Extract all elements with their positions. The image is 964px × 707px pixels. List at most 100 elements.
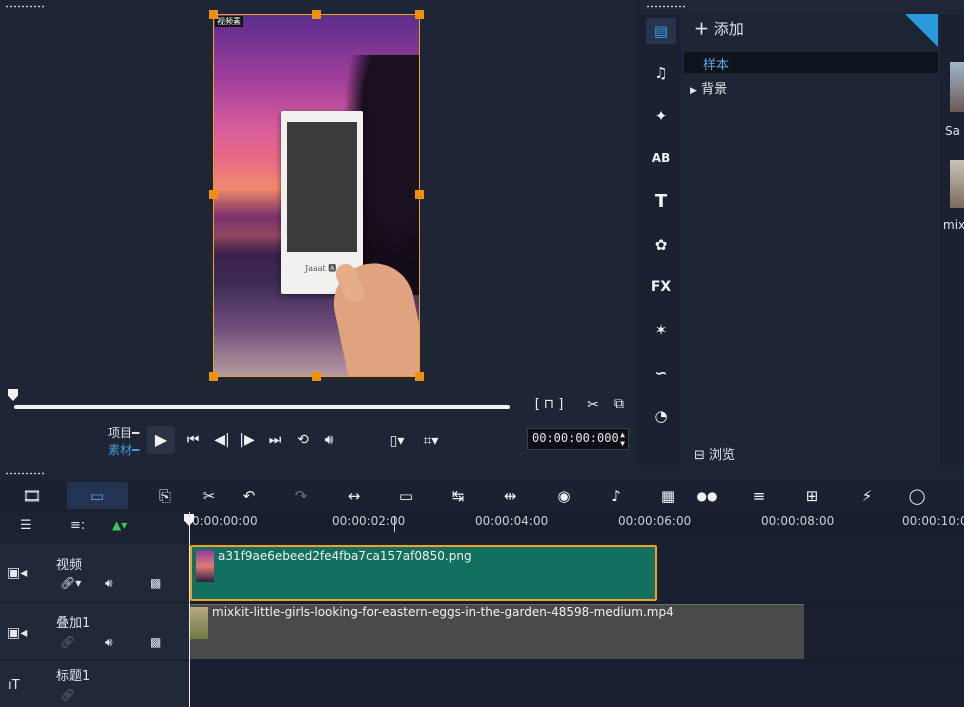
next-frame-button[interactable]: |▶ xyxy=(237,430,257,450)
speed-ramp-icon[interactable]: ⚡ xyxy=(854,484,880,508)
resize-dropdown[interactable]: ⌗▾ xyxy=(418,431,444,451)
audio-mix-icon[interactable]: ♪ xyxy=(603,484,629,508)
library-grip[interactable] xyxy=(646,5,686,8)
tools-icon[interactable]: ✂ xyxy=(196,484,222,508)
track-volume-icon[interactable]: 🔊︎ xyxy=(105,576,113,591)
track-header-video xyxy=(0,544,189,603)
audio-icon[interactable]: ♫ xyxy=(646,60,676,86)
clip-filename: mixkit-little-girls-looking-for-eastern-… xyxy=(212,605,674,619)
playhead-line[interactable] xyxy=(189,512,190,707)
library-thumb-label-2: mix xyxy=(943,218,964,232)
transition-icon[interactable]: ✦ xyxy=(646,103,676,129)
go-start-button[interactable]: ⏮ xyxy=(183,430,203,450)
undo-icon[interactable]: ↶ xyxy=(236,484,262,508)
video-clip[interactable]: a31f9ae6ebeed2fe4fba7ca157af0850.png xyxy=(190,545,657,601)
resize-handle-bl[interactable] xyxy=(209,372,218,381)
track-volume-icon-overlay[interactable]: 🔊︎ xyxy=(105,635,113,650)
segment-clip[interactable]: 素材━ xyxy=(108,441,139,458)
play-icon: ▶ xyxy=(154,430,168,449)
motion-icon[interactable]: ⇹ xyxy=(497,484,523,508)
track-header-overlay xyxy=(0,603,189,661)
path-icon[interactable]: ∽ xyxy=(646,360,676,386)
preview-canvas[interactable]: Jaaat 🅰 视频素 xyxy=(213,14,420,377)
time-ruler[interactable] xyxy=(188,512,964,534)
fx-icon[interactable]: FX xyxy=(646,274,676,300)
ripple-edit-icon[interactable]: ▲▾ xyxy=(112,518,127,532)
expand-arrow-icon: ▶ xyxy=(690,86,697,96)
scrub-bar[interactable] xyxy=(14,405,510,409)
clip-filename: a31f9ae6ebeed2fe4fba7ca157af0850.png xyxy=(218,549,472,563)
timecode-stepper[interactable]: ▲ ▼ xyxy=(620,430,625,448)
redo-icon[interactable]: ↷ xyxy=(288,484,314,508)
browse-button[interactable]: ⊟ 浏览 xyxy=(694,444,735,463)
link-icon-overlay[interactable]: 🔗︎ xyxy=(60,635,75,649)
media-icon[interactable]: ▤ xyxy=(646,18,676,44)
multicam-icon[interactable]: ⊞ xyxy=(799,484,825,508)
plus-icon: ＋ xyxy=(694,20,710,38)
crop-icon[interactable]: ▭ xyxy=(393,484,419,508)
add-folder-button[interactable]: ＋ 添加 xyxy=(694,18,744,39)
track-divider xyxy=(189,661,964,662)
library-thumb-label-1: Sa xyxy=(945,124,960,138)
resize-handle-l[interactable] xyxy=(209,190,218,199)
clip-thumbnail xyxy=(190,607,208,639)
chapter-icon[interactable]: ≡: xyxy=(70,518,85,533)
resize-handle-r[interactable] xyxy=(415,190,424,199)
device-dropdown[interactable]: ▯▾ xyxy=(385,431,409,451)
speed-icon[interactable]: ◔ xyxy=(646,403,676,429)
prev-frame-button[interactable]: ◀| xyxy=(212,430,232,450)
volume-button[interactable]: 🔊︎ xyxy=(318,430,340,450)
repeat-button[interactable]: ⟲ xyxy=(292,430,314,450)
title-icon[interactable]: T xyxy=(646,189,676,215)
track-name-overlay: 叠加1 xyxy=(56,616,91,631)
ruler-marker xyxy=(394,516,395,532)
video-track-icon: ▣◂ xyxy=(7,565,28,581)
ruler-label: 00:00:10:0 xyxy=(902,514,964,528)
mask-icon[interactable]: ●● xyxy=(694,484,720,508)
mosaic-icon[interactable]: ▦ xyxy=(655,484,681,508)
preview-watermark: 视频素 xyxy=(215,16,243,27)
resize-handle-b[interactable] xyxy=(312,372,321,381)
play-button[interactable]: ▶ xyxy=(147,426,175,454)
magic-icon[interactable]: ✶ xyxy=(646,317,676,343)
library-thumb-sample[interactable] xyxy=(950,62,964,112)
lasso-icon[interactable]: ◯ xyxy=(904,484,930,508)
timecode-field[interactable]: 00:00:00:000 ▲ ▼ xyxy=(527,428,629,450)
link-icon-title[interactable]: 🔗︎ xyxy=(60,688,75,702)
clip-thumbnail xyxy=(196,550,214,582)
timeline-view-icon[interactable]: 🎞︎ xyxy=(19,484,45,508)
ruler-label: 0:00:00:00 xyxy=(192,514,258,528)
card-signature: Jaaat 🅰 xyxy=(305,264,337,273)
library-item-sample[interactable]: 样本 xyxy=(703,54,729,73)
ruler-label: 00:00:06:00 xyxy=(618,514,692,528)
panel-grip[interactable] xyxy=(5,5,45,8)
segment-project[interactable]: 项目━ xyxy=(108,424,139,441)
library-thumb-mixkit[interactable] xyxy=(950,160,964,208)
enlarge-icon[interactable]: ⧉ xyxy=(608,394,630,414)
ruler-label: 00:00:04:00 xyxy=(475,514,549,528)
graphics-icon[interactable]: ✿ xyxy=(646,232,676,258)
split-icon[interactable]: ✂ xyxy=(584,395,602,415)
track-name-video: 视频 xyxy=(56,558,83,573)
resize-handle-tr[interactable] xyxy=(415,10,424,19)
storyboard-icon: ▭ xyxy=(89,487,105,505)
split-screen-icon[interactable]: ↹ xyxy=(445,484,471,508)
resize-handle-t[interactable] xyxy=(312,10,321,19)
browse-icon: ⊟ xyxy=(694,448,705,463)
resize-handle-br[interactable] xyxy=(415,372,424,381)
fit-icon[interactable]: ↔ xyxy=(341,484,367,508)
track-mosaic-icon[interactable]: ▩ xyxy=(150,576,161,590)
track-mosaic-icon-overlay[interactable]: ▩ xyxy=(150,635,161,649)
record-icon[interactable]: ⎘ xyxy=(152,484,178,508)
timeline-grip[interactable] xyxy=(5,472,45,475)
track-manager-icon[interactable]: ☰ xyxy=(20,518,32,533)
subtitle-icon[interactable]: ≡ xyxy=(746,484,772,508)
go-end-button[interactable]: ⏭ xyxy=(265,430,285,450)
color-icon[interactable]: ◉ xyxy=(551,484,577,508)
ab-icon[interactable]: AB xyxy=(646,145,676,171)
library-item-background[interactable]: ▶ 背景 xyxy=(690,78,727,97)
trim-markers-icon[interactable]: [ ⊓ ] xyxy=(521,395,577,415)
link-icon[interactable]: 🔗︎▾ xyxy=(60,576,81,590)
overlay-clip[interactable]: mixkit-little-girls-looking-for-eastern-… xyxy=(190,604,804,659)
resize-handle-tl[interactable] xyxy=(209,10,218,19)
